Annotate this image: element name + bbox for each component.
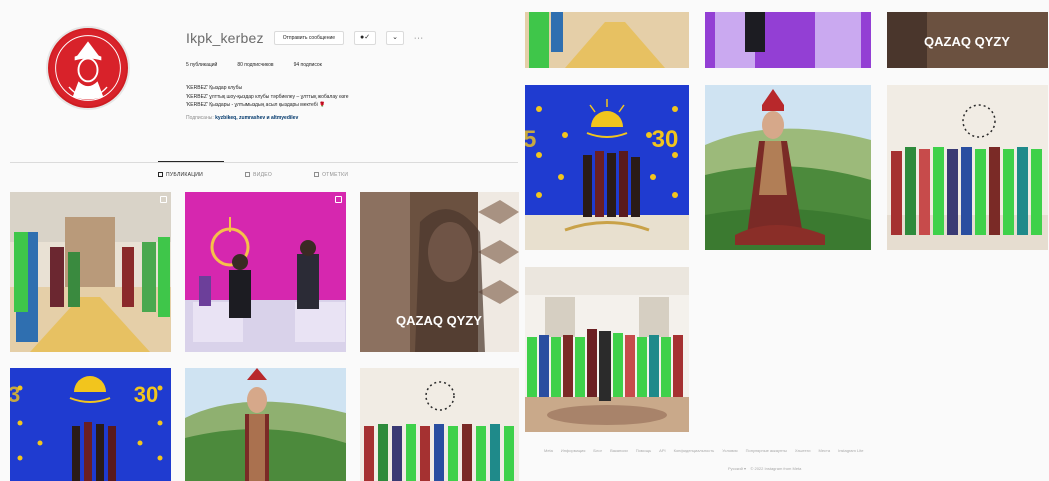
profile-header-row: Ikpk_kerbez Отправить сообщение ●✓ ⌄ ··· [186,30,424,46]
post-image-hall-group [525,267,689,432]
post-overlay-text: QAZAQ QYZY [924,34,1010,49]
followed-by-names[interactable]: kyzbikeq, zumrashev и altmyedilev [215,115,298,121]
tab-video[interactable]: ВИДЕО [245,172,272,178]
footer-link[interactable]: Популярные аккаунты [746,448,787,453]
tabs-divider [10,162,518,163]
avatar-logo-icon [49,29,127,107]
tab-posts[interactable]: ПУБЛИКАЦИИ [158,172,203,178]
post-tile[interactable] [705,85,871,250]
footer-link[interactable]: Хэштеги [795,448,811,453]
followed-by-prefix: Подписаны: [186,114,214,121]
post-image-group-green-dresses [887,85,1048,250]
send-message-button[interactable]: Отправить сообщение [273,31,345,45]
tab-posts-label: ПУБЛИКАЦИИ [166,172,204,178]
tab-tagged[interactable]: ОТМЕТКИ [314,172,348,178]
profile-bio: 'KERBEZ' Қыздар клубы 'KERBEZ' ұлттық шо… [186,84,506,122]
tag-icon [314,172,320,177]
tab-tagged-label: ОТМЕТКИ [322,172,349,178]
profile-username: Ikpk_kerbez [186,30,264,46]
followed-by: Подписаны: kyzbikeq, zumrashev и altmyed… [186,114,506,123]
profile-panel: Ikpk_kerbez Отправить сообщение ●✓ ⌄ ···… [0,0,520,481]
post-overlay-text: QAZAQ QYZY [396,313,482,328]
post-tile[interactable]: 30 3 [10,368,171,481]
chevron-down-icon: ⌄ [392,34,398,41]
profile-stats: 5 публикаций 80 подписчиков 94 подписок [186,62,322,68]
post-tile[interactable] [10,192,171,352]
post-image-qazaq-qyzy-portrait: QAZAQ QYZY [887,12,1048,68]
grid-icon [158,172,163,177]
post-image-blue-banner-stage: 30 5 [525,85,689,250]
bio-line-2: 'KERBEZ' ұлттық шоу-қыздар клубы тәрбиел… [186,93,349,100]
banner-number: 30 [652,126,679,153]
footer-link[interactable]: Помощь [636,448,651,453]
tab-video-label: ВИДЕО [253,172,273,178]
banner-number: 30 [134,382,158,407]
post-tile[interactable] [705,12,871,68]
post-tile[interactable] [360,368,519,481]
post-tile[interactable]: 30 5 [525,85,689,250]
footer-link[interactable]: Блог [593,448,602,453]
post-image-group-green-dresses [360,368,519,481]
bio-line-3: 'KERBEZ' Қыздары - ұлтымыздың асыл қызда… [186,102,326,108]
post-tile[interactable] [185,368,346,481]
footer-link[interactable]: Конфиденциальность [674,448,715,453]
footer-link[interactable]: Информация [561,448,586,453]
feed-panel: QAZAQ QYZY 30 5 Meta Информация Блог Вак… [520,0,1049,481]
suggested-dropdown-button[interactable]: ⌄ [386,31,404,45]
copyright: © 2022 Instagram from Meta [750,466,802,471]
profile-tabs: ПУБЛИКАЦИИ ВИДЕО ОТМЕТКИ [158,172,348,178]
svg-text:3: 3 [10,382,20,407]
footer-link[interactable]: Meta [544,448,553,453]
footer-link[interactable]: Условия [722,448,737,453]
follow-status-button[interactable]: ●✓ [354,31,377,45]
svg-text:5: 5 [525,126,536,153]
footer-link[interactable]: API [659,448,665,453]
following-count[interactable]: 94 подписок [294,62,322,68]
tab-active-indicator [158,161,224,162]
followers-count[interactable]: 80 подписчиков [237,62,273,68]
footer-bottom: Русский ▾ © 2022 Instagram from Meta [728,466,801,471]
post-image-hall-dancers [10,192,171,352]
footer-links: Meta Информация Блог Вакансии Помощь API… [544,448,1044,453]
post-tile[interactable] [525,267,689,432]
post-image-mountain-girl [185,368,346,481]
posts-count: 5 публикаций [186,62,218,68]
post-image-pink-stage [185,192,346,352]
post-image-pink-stage [705,12,871,68]
footer-link[interactable]: Вакансии [610,448,628,453]
post-tile[interactable]: QAZAQ QYZY [360,192,519,352]
post-image-mountain-girl [705,85,871,250]
language-selector[interactable]: Русский ▾ [728,466,746,471]
person-check-icon: ●✓ [360,34,371,41]
post-tile[interactable] [525,12,689,68]
post-image-blue-banner-stage: 30 3 [10,368,171,481]
post-tile[interactable] [185,192,346,352]
post-tile[interactable] [887,85,1048,250]
multi-photo-icon [160,196,167,203]
post-tile[interactable]: QAZAQ QYZY [887,12,1048,68]
post-image-hall-dancers [525,12,689,68]
bio-line-1: 'KERBEZ' Қыздар клубы [186,85,243,91]
multi-photo-icon [335,196,342,203]
footer-link[interactable]: Места [818,448,830,453]
footer-link[interactable]: Instagram Lite [838,448,863,453]
post-image-qazaq-qyzy-portrait: QAZAQ QYZY [360,192,519,352]
more-options-icon[interactable]: ··· [414,35,424,42]
video-icon [245,172,251,177]
profile-avatar[interactable] [46,26,130,110]
